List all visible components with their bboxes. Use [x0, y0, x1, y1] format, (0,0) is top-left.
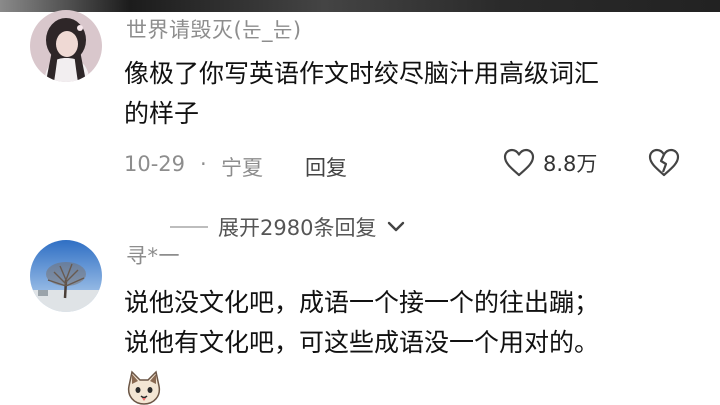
- comment-text-line: 说他有文化吧，可这些成语没一个用对的。: [124, 328, 600, 357]
- heart-outline-icon: [503, 148, 535, 177]
- meta-separator: ·: [200, 152, 207, 176]
- expand-replies-button[interactable]: 展开2980条回复: [170, 212, 406, 242]
- comment-section: 世界请毁灭(눈_눈) 像极了你写英语作文时绞尽脑汁用高级词汇 的样子 10-29…: [0, 0, 720, 405]
- expand-replies-label: 展开2980条回复: [218, 216, 377, 240]
- chevron-down-icon: [388, 221, 405, 232]
- avatar-image-2: [30, 240, 102, 312]
- cat-face-sticker: [124, 370, 164, 405]
- reply-button[interactable]: 回复: [305, 152, 347, 182]
- like-count: 8.8万: [543, 152, 598, 176]
- avatar-image-1: [30, 10, 102, 82]
- broken-heart-icon: [648, 148, 680, 177]
- comment-text-line: 说他没文化吧，成语一个接一个的往出蹦；: [124, 288, 600, 317]
- comment-date: 10-29: [124, 152, 186, 176]
- username[interactable]: 寻*一: [126, 240, 180, 270]
- like-button[interactable]: 8.8万: [503, 148, 597, 178]
- comment-text-line: 像极了你写英语作文时绞尽脑汁用高级词汇: [124, 59, 600, 88]
- video-strip: [0, 0, 720, 12]
- username[interactable]: 世界请毁灭(눈_눈): [126, 14, 302, 44]
- dislike-button[interactable]: [648, 148, 680, 182]
- comment-location: 宁夏: [221, 156, 263, 180]
- avatar[interactable]: [30, 240, 102, 312]
- divider: [170, 226, 208, 228]
- avatar[interactable]: [30, 10, 102, 82]
- comment-text-line: 的样子: [124, 99, 200, 128]
